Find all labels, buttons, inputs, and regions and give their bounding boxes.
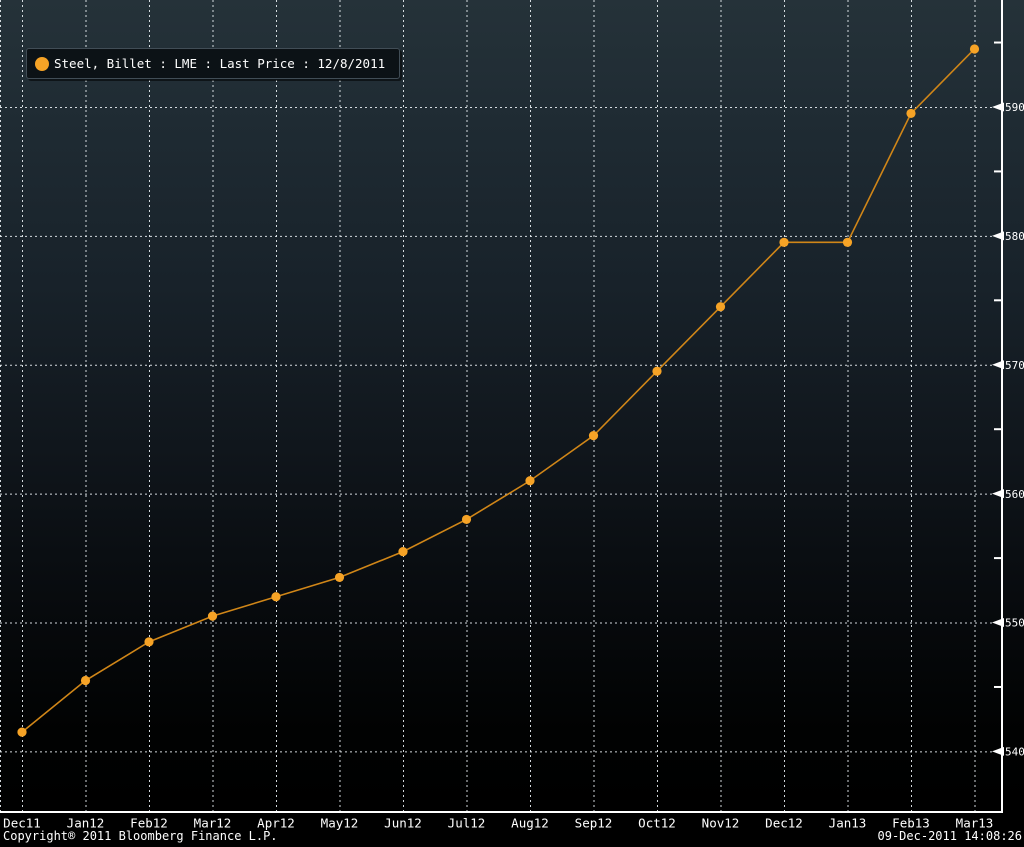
timestamp-text: 09-Dec-2011 14:08:26 (878, 829, 1023, 843)
x-tick-label: Jul12 (448, 816, 486, 831)
data-point[interactable] (81, 676, 90, 685)
y-tick-label: 560 (1005, 488, 1024, 501)
price-line (22, 49, 975, 732)
x-tick-label: Dec12 (765, 816, 803, 831)
data-point[interactable] (144, 637, 153, 646)
x-tick-label: May12 (321, 816, 359, 831)
y-tick-major-icon (992, 231, 1004, 240)
data-point[interactable] (589, 431, 598, 440)
y-tick-major-icon (992, 489, 1004, 498)
x-tick-label: Sep12 (575, 816, 613, 831)
data-point[interactable] (17, 727, 26, 736)
x-tick-label: Nov12 (702, 816, 740, 831)
y-tick-major-icon (992, 360, 1004, 369)
y-tick-label: 570 (1005, 359, 1024, 372)
data-point[interactable] (271, 592, 280, 601)
price-chart-plot-area[interactable]: 540550560570580590Dec11Jan12Feb12Mar12Ap… (0, 0, 1024, 847)
data-point[interactable] (779, 238, 788, 247)
y-tick-major-icon (992, 747, 1004, 756)
x-tick-label: Oct12 (638, 816, 676, 831)
data-point[interactable] (843, 238, 852, 247)
data-point[interactable] (525, 476, 534, 485)
y-tick-label: 580 (1005, 230, 1024, 243)
y-tick-major-icon (992, 618, 1004, 627)
data-point[interactable] (208, 611, 217, 620)
bloomberg-chart-screen: { "legend": { "label": "Steel, Billet : … (0, 0, 1024, 847)
y-tick-label: 540 (1005, 746, 1024, 759)
data-point[interactable] (652, 367, 661, 376)
y-tick-label: 590 (1005, 101, 1024, 114)
data-point[interactable] (335, 573, 344, 582)
x-tick-label: Jun12 (384, 816, 422, 831)
data-point[interactable] (906, 109, 915, 118)
chart-legend[interactable]: Steel, Billet : LME : Last Price : 12/8/… (26, 48, 400, 79)
series-marker-icon (35, 57, 49, 71)
data-point[interactable] (716, 302, 725, 311)
data-point[interactable] (398, 547, 407, 556)
x-tick-label: Aug12 (511, 816, 549, 831)
data-point[interactable] (970, 44, 979, 53)
data-point[interactable] (462, 515, 471, 524)
copyright-text: Copyright® 2011 Bloomberg Finance L.P. (3, 829, 278, 843)
x-tick-label: Jan13 (829, 816, 867, 831)
y-tick-label: 550 (1005, 617, 1024, 630)
y-tick-major-icon (992, 102, 1004, 111)
series-label: Steel, Billet : LME : Last Price : 12/8/… (54, 56, 385, 71)
